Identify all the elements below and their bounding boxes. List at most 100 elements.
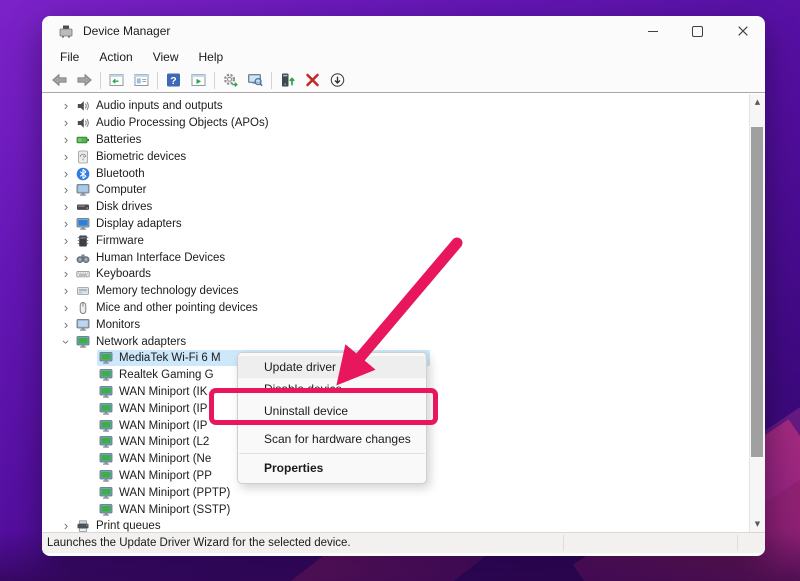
- tree-item-wan-miniport-sstp[interactable]: WAN Miniport (SSTP): [42, 501, 749, 518]
- computer-search-button[interactable]: [243, 69, 268, 91]
- tree-item-biometric-devices[interactable]: › Biometric devices: [42, 148, 749, 165]
- device-manager-app-icon: [58, 23, 74, 39]
- maximize-icon: [692, 26, 703, 37]
- maximize-button[interactable]: [675, 16, 720, 46]
- chevron-right-icon[interactable]: ›: [60, 252, 72, 264]
- minimize-icon: [648, 31, 658, 32]
- context-menu-item-disable-device[interactable]: Disable device: [238, 378, 426, 400]
- chevron-right-icon[interactable]: ›: [60, 268, 72, 280]
- tree-item-label: WAN Miniport (Ne: [119, 453, 211, 465]
- chevron-right-icon[interactable]: ›: [60, 201, 72, 213]
- memory-icon: [76, 284, 90, 298]
- chevron-down-icon[interactable]: ›: [60, 336, 72, 348]
- tree-item-label: Mice and other pointing devices: [96, 302, 258, 314]
- tree-item-mice-and-other-pointing-devices[interactable]: › Mice and other pointing devices: [42, 300, 749, 317]
- scan-hardware-changes-icon: [222, 72, 239, 88]
- context-menu-item-uninstall-device[interactable]: Uninstall device: [238, 400, 426, 422]
- chevron-right-icon[interactable]: ›: [60, 235, 72, 247]
- back-arrow-button[interactable]: [47, 69, 72, 91]
- svg-text:?: ?: [170, 75, 176, 87]
- action-pane-window-button[interactable]: [186, 69, 211, 91]
- chevron-right-icon[interactable]: ›: [60, 184, 72, 196]
- console-tree-window-button[interactable]: [104, 69, 129, 91]
- minimize-button[interactable]: [630, 16, 675, 46]
- tree-item-label: WAN Miniport (IP: [119, 403, 207, 415]
- title-bar[interactable]: Device Manager: [42, 16, 765, 46]
- tree-item-disk-drives[interactable]: ›Disk drives: [42, 199, 749, 216]
- properties-window-button[interactable]: [129, 69, 154, 91]
- tree-item-audio-inputs-and-outputs[interactable]: › Audio inputs and outputs: [42, 98, 749, 115]
- network-icon: [99, 402, 113, 416]
- chevron-right-icon[interactable]: ›: [60, 302, 72, 314]
- tree-item-label: Batteries: [96, 134, 141, 146]
- action-pane-window-icon: [190, 72, 207, 88]
- tree-item-wan-miniport-pptp[interactable]: WAN Miniport (PPTP): [42, 484, 749, 501]
- tree-item-label: Keyboards: [96, 268, 151, 280]
- disable-device-button[interactable]: [325, 69, 350, 91]
- chevron-right-icon[interactable]: ›: [60, 520, 72, 532]
- tree-item-label: WAN Miniport (PPTP): [119, 487, 230, 499]
- chevron-right-icon[interactable]: ›: [60, 285, 72, 297]
- tree-item-label: Bluetooth: [96, 168, 145, 180]
- tree-item-monitors[interactable]: ›Monitors: [42, 316, 749, 333]
- context-menu-item-update-driver[interactable]: Update driver: [238, 356, 426, 378]
- context-menu-item-scan-for-hardware-changes[interactable]: Scan for hardware changes: [238, 427, 426, 451]
- tree-item-computer[interactable]: ›Computer: [42, 182, 749, 199]
- menu-action[interactable]: Action: [89, 48, 142, 67]
- chevron-right-icon[interactable]: ›: [60, 117, 72, 129]
- keyboard-icon: [76, 267, 90, 281]
- context-menu: Update driverDisable deviceUninstall dev…: [237, 352, 427, 484]
- desktop-background: Device Manager FileActionViewHelp ? › Aud…: [0, 0, 800, 581]
- tree-item-label: WAN Miniport (L2: [119, 436, 209, 448]
- context-menu-item-properties[interactable]: Properties: [238, 456, 426, 480]
- toolbar-separator: [214, 72, 215, 89]
- scrollbar-thumb[interactable]: [751, 127, 763, 457]
- menu-view[interactable]: View: [143, 48, 189, 67]
- tree-item-human-interface-devices[interactable]: ›Human Interface Devices: [42, 249, 749, 266]
- tree-item-audio-processing-objects-apos[interactable]: › Audio Processing Objects (APOs): [42, 115, 749, 132]
- tree-item-label: Audio inputs and outputs: [96, 100, 223, 112]
- help-button[interactable]: ?: [161, 69, 186, 91]
- vertical-scrollbar[interactable]: ▲ ▼: [749, 94, 765, 532]
- forward-arrow-button[interactable]: [72, 69, 97, 91]
- menu-file[interactable]: File: [50, 48, 89, 67]
- context-menu-separator: [239, 453, 425, 454]
- scan-hardware-changes-button[interactable]: [218, 69, 243, 91]
- scrollbar-down-icon[interactable]: ▼: [750, 517, 765, 531]
- menu-help[interactable]: Help: [189, 48, 234, 67]
- close-button[interactable]: [720, 16, 765, 46]
- tree-item-network-adapters[interactable]: ›Network adapters: [42, 333, 749, 350]
- tree-item-label: Biometric devices: [96, 151, 186, 163]
- uninstall-device-button[interactable]: [300, 69, 325, 91]
- tree-item-batteries[interactable]: › Batteries: [42, 132, 749, 149]
- chevron-right-icon[interactable]: ›: [60, 168, 72, 180]
- scrollbar-up-icon[interactable]: ▲: [750, 95, 765, 109]
- tree-item-keyboards[interactable]: › Keyboards: [42, 266, 749, 283]
- window-controls: [630, 16, 765, 46]
- console-tree-window-icon: [108, 72, 125, 88]
- uninstall-device-icon: [304, 72, 321, 88]
- chevron-right-icon[interactable]: ›: [60, 319, 72, 331]
- toolbar-separator: [271, 72, 272, 89]
- menu-bar: FileActionViewHelp: [42, 46, 765, 68]
- tree-item-label: Memory technology devices: [96, 285, 239, 297]
- chevron-right-icon[interactable]: ›: [60, 134, 72, 146]
- disk-icon: [76, 200, 90, 214]
- bluetooth-icon: [76, 167, 90, 181]
- chevron-right-icon[interactable]: ›: [60, 151, 72, 163]
- tree-item-memory-technology-devices[interactable]: › Memory technology devices: [42, 283, 749, 300]
- toolbar: ?: [42, 68, 765, 92]
- update-driver-button[interactable]: [275, 69, 300, 91]
- chevron-right-icon[interactable]: ›: [60, 218, 72, 230]
- computer-search-icon: [247, 72, 264, 88]
- tree-item-label: WAN Miniport (PP: [119, 470, 212, 482]
- forward-arrow-icon: [76, 72, 93, 88]
- tree-item-print-queues[interactable]: ›Print queues: [42, 518, 749, 532]
- tree-item-display-adapters[interactable]: ›Display adapters: [42, 216, 749, 233]
- tree-item-bluetooth[interactable]: › Bluetooth: [42, 165, 749, 182]
- chip-icon: [76, 234, 90, 248]
- chevron-right-icon[interactable]: ›: [60, 100, 72, 112]
- speaker-icon: [76, 99, 90, 113]
- tree-item-firmware[interactable]: ›Firmware: [42, 232, 749, 249]
- tree-item-label: Audio Processing Objects (APOs): [96, 117, 269, 129]
